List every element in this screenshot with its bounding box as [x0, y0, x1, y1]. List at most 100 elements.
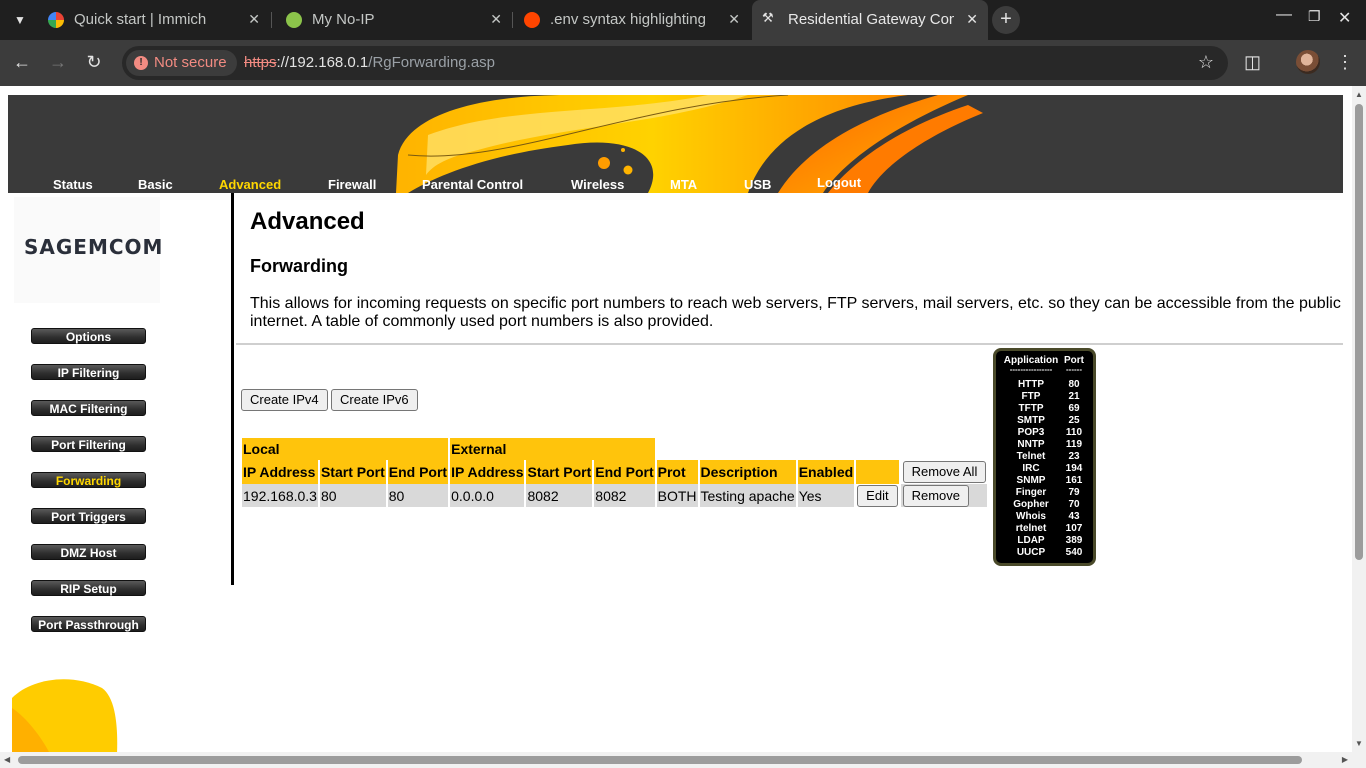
not-secure-icon: ! — [134, 56, 148, 70]
ports-port: 70 — [1068, 499, 1080, 510]
sidebar-divider — [231, 193, 234, 585]
tab-separator — [512, 12, 513, 28]
back-icon[interactable]: ← — [10, 52, 34, 73]
sidebar-item-dmz-host[interactable]: DMZ Host — [31, 544, 146, 560]
noip-favicon-icon — [286, 12, 302, 28]
corner-flame-graphic — [12, 678, 118, 752]
create-ipv6-button[interactable]: Create IPv6 — [331, 389, 418, 411]
nav-wireless[interactable]: Wireless — [571, 177, 624, 192]
group-external-label: External — [450, 438, 655, 460]
browser-toolbar: ← → ↻ ! Not secure https://192.168.0.1/R… — [0, 40, 1366, 86]
nav-parental-control[interactable]: Parental Control — [422, 177, 523, 192]
close-icon[interactable]: ✕ — [966, 11, 978, 28]
ports-app: SMTP — [1017, 415, 1045, 426]
vertical-scrollbar[interactable]: ▲ ▼ — [1352, 86, 1366, 752]
nav-usb[interactable]: USB — [744, 177, 771, 192]
ports-port: 110 — [1065, 427, 1083, 438]
ports-row: NNTP 119 — [996, 439, 1093, 451]
col-local-ip: IP Address — [242, 460, 318, 484]
sidebar-item-ip-filtering[interactable]: IP Filtering — [31, 364, 146, 380]
minimize-icon[interactable]: — — [1276, 6, 1292, 24]
sagemcom-logo: SAGEMCOM — [14, 197, 164, 303]
close-icon[interactable]: ✕ — [248, 11, 260, 28]
ports-app: NNTP — [1017, 439, 1045, 450]
cell-remove: Remove — [900, 484, 988, 507]
close-icon[interactable]: ✕ — [490, 11, 502, 28]
col-actions — [856, 460, 899, 484]
tab-gateway[interactable]: ⚒ Residential Gateway Con ✕ — [752, 0, 988, 40]
sidebar-item-port-passthrough[interactable]: Port Passthrough — [31, 616, 146, 632]
close-icon[interactable]: ✕ — [728, 11, 740, 28]
nav-status[interactable]: Status — [53, 177, 93, 192]
new-tab-button[interactable]: + — [992, 6, 1020, 34]
security-chip[interactable]: ! Not secure — [126, 50, 237, 76]
ports-port: 161 — [1065, 475, 1083, 486]
section-description: This allows for incoming requests on spe… — [250, 295, 1341, 330]
tab-noip[interactable]: My No-IP ✕ — [276, 0, 512, 40]
tab-title: .env syntax highlighting — [550, 11, 706, 28]
address-bar[interactable]: ! Not secure https://192.168.0.1/RgForwa… — [122, 46, 1228, 80]
ports-row: FTP 21 — [996, 391, 1093, 403]
tab-immich[interactable]: Quick start | Immich ✕ — [38, 0, 270, 40]
page-content: Status Basic Advanced Firewall Parental … — [0, 86, 1352, 752]
scroll-down-icon[interactable]: ▼ — [1355, 739, 1363, 748]
remove-all-button[interactable]: Remove All — [902, 461, 987, 483]
scroll-up-icon[interactable]: ▲ — [1355, 90, 1363, 99]
scroll-left-icon[interactable]: ◀ — [4, 755, 10, 764]
nav-logout[interactable]: Logout — [817, 175, 861, 190]
scroll-right-icon[interactable]: ▶ — [1342, 755, 1348, 764]
ports-port: 107 — [1065, 523, 1083, 534]
ports-row: rtelnet 107 — [996, 523, 1093, 535]
maximize-icon[interactable]: ❐ — [1308, 8, 1321, 25]
horizontal-scrollbar[interactable]: ◀ ▶ — [0, 752, 1352, 768]
ports-port: 119 — [1065, 439, 1083, 450]
remove-button[interactable]: Remove — [902, 484, 969, 507]
nav-basic[interactable]: Basic — [138, 177, 173, 192]
col-ext-ip: IP Address — [450, 460, 525, 484]
tab-reddit[interactable]: .env syntax highlighting ✕ — [514, 0, 750, 40]
create-ipv4-button[interactable]: Create IPv4 — [241, 389, 328, 411]
nav-firewall[interactable]: Firewall — [328, 177, 376, 192]
reload-icon[interactable]: ↻ — [82, 52, 106, 73]
sidebar-item-mac-filtering[interactable]: MAC Filtering — [31, 400, 146, 416]
remove-all-cell: Remove All — [901, 460, 988, 484]
horizontal-scroll-thumb[interactable] — [18, 756, 1302, 764]
ports-app: FTP — [1021, 391, 1041, 402]
logo-text: SAGEMCOM — [24, 235, 164, 259]
cell-local-ip: 192.168.0.3 — [242, 484, 318, 507]
sidebar-item-rip-setup[interactable]: RIP Setup — [31, 580, 146, 596]
ports-row: HTTP 80 — [996, 379, 1093, 391]
url-path: /RgForwarding.asp — [368, 54, 496, 71]
forward-icon[interactable]: → — [46, 52, 70, 73]
forwarding-table: Local External IP Address Start Port End… — [240, 438, 989, 507]
col-prot: Prot — [656, 460, 698, 484]
sidebar-item-options[interactable]: Options — [31, 328, 146, 344]
sidebar-item-port-triggers[interactable]: Port Triggers — [31, 508, 146, 524]
ports-app: SNMP — [1016, 475, 1046, 486]
common-ports-table: Application Port ---------------- ------… — [993, 348, 1096, 566]
tab-separator — [271, 12, 272, 28]
tab-title: Residential Gateway Con — [788, 11, 954, 28]
nav-mta[interactable]: MTA — [670, 177, 697, 192]
ports-app: Gopher — [1013, 499, 1049, 510]
bookmark-star-icon[interactable]: ☆ — [1198, 52, 1214, 73]
ports-port: 25 — [1068, 415, 1080, 426]
cell-ext-ip: 0.0.0.0 — [450, 484, 525, 507]
sidebar-item-port-filtering[interactable]: Port Filtering — [31, 436, 146, 452]
ports-row: SMTP 25 — [996, 415, 1093, 427]
vertical-scroll-thumb[interactable] — [1355, 104, 1363, 560]
menu-icon[interactable]: ⋮ — [1336, 52, 1354, 73]
close-window-icon[interactable]: ✕ — [1338, 8, 1351, 28]
ports-row: LDAP 389 — [996, 535, 1093, 547]
cell-description: Testing apache — [699, 484, 796, 507]
ports-port: 194 — [1065, 463, 1083, 474]
edit-button[interactable]: Edit — [857, 484, 898, 507]
extensions-icon[interactable]: ◫ — [1244, 52, 1261, 73]
sidebar-item-forwarding[interactable]: Forwarding — [31, 472, 146, 488]
nav-advanced[interactable]: Advanced — [219, 177, 281, 192]
profile-avatar[interactable] — [1296, 50, 1320, 74]
col-description: Description — [699, 460, 796, 484]
ports-row: SNMP 161 — [996, 475, 1093, 487]
url-text[interactable]: https://192.168.0.1/RgForwarding.asp — [244, 54, 495, 71]
tab-search-icon[interactable]: ▼ — [8, 8, 32, 32]
